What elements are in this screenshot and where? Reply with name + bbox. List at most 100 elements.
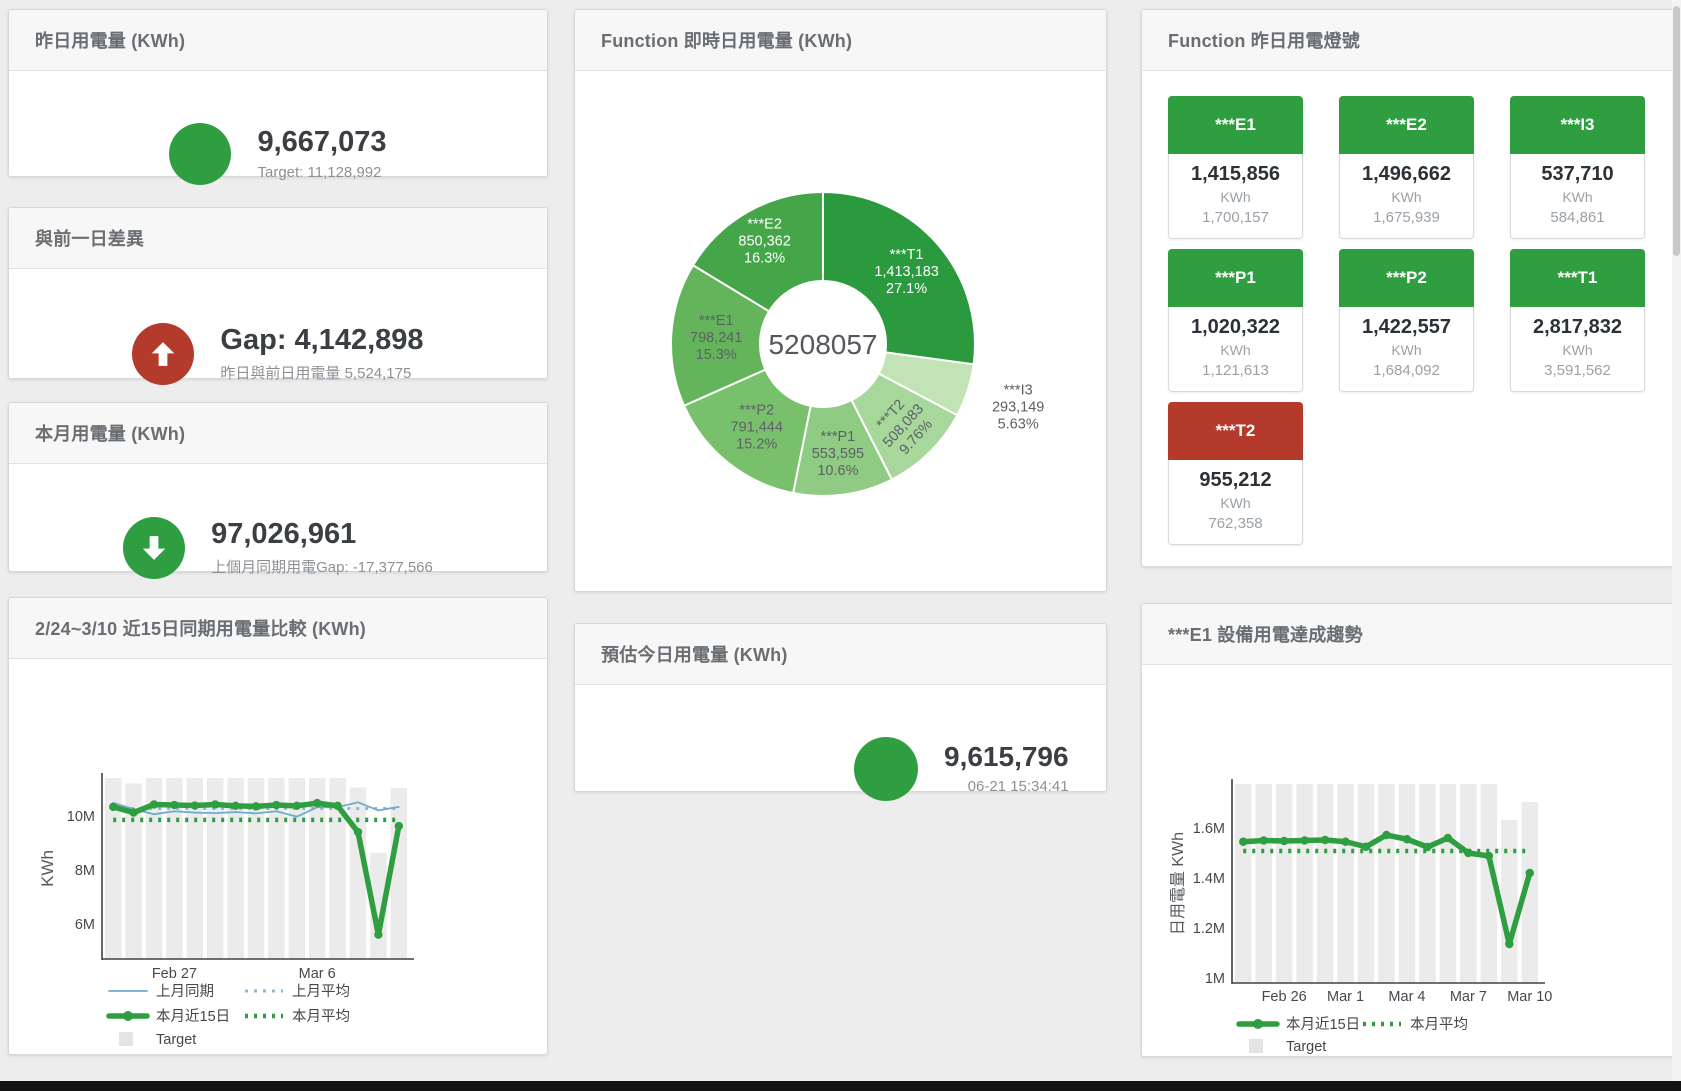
tile-target: 1,684,092 [1340,362,1473,379]
svg-text:Feb 27: Feb 27 [152,966,197,982]
status-circle-green [169,123,231,185]
chart-body: 6M8M10MFeb 27Mar 6KWh上月同期上月平均本月近15日本月平均T… [9,659,547,1054]
tile-label: ***T1 [1510,249,1645,307]
svg-text:日用電量 KWh: 日用電量 KWh [1170,832,1187,935]
svg-text:本月平均: 本月平均 [292,1008,350,1025]
dashboard: 昨日用電量 (KWh) 9,667,073 Target: 11,128,992… [0,0,1681,1091]
stat-value: Gap: 4,142,898 [220,325,423,357]
panel-header: 昨日用電量 (KWh) [9,10,547,71]
tile-label: ***E2 [1339,96,1474,154]
svg-text:15.3%: 15.3% [696,347,737,363]
svg-text:1M: 1M [1205,971,1225,987]
panel-title[interactable]: Function 昨日用電燈號 [1168,27,1360,53]
panel-title[interactable]: 昨日用電量 (KWh) [35,27,185,53]
stat-value: 9,667,073 [257,127,386,159]
panel-title[interactable]: Function 即時日用電量 (KWh) [601,27,852,53]
svg-text:***P2: ***P2 [739,403,774,419]
donut-center-total: 5208057 [768,329,877,360]
chart-body: ***T11,413,18327.1%***I3293,1495.63%***T… [575,71,1106,591]
tile-label: ***I3 [1510,96,1645,154]
light-tile-P1: ***P11,020,322KWh1,121,613 [1168,249,1303,392]
panel-header: ***E1 設備用電達成趨勢 [1142,604,1673,665]
svg-text:293,149: 293,149 [992,400,1044,416]
tile-value: 1,415,856 [1169,163,1302,186]
tile-label: ***P2 [1339,249,1474,307]
tile-value: 537,710 [1511,163,1644,186]
light-tile-T1: ***T12,817,832KWh3,591,562 [1510,249,1645,392]
svg-text:上月平均: 上月平均 [292,983,350,1000]
svg-text:***T1: ***T1 [890,247,924,263]
stat-timestamp: 06-21 15:34:41 [944,778,1069,795]
scrollbar[interactable] [1672,0,1681,1081]
panel-title[interactable]: 與前一日差異 [35,225,144,251]
svg-text:Target: Target [1286,1039,1326,1055]
compare-line-chart[interactable]: 6M8M10MFeb 27Mar 6KWh上月同期上月平均本月近15日本月平均T… [9,659,545,1053]
svg-text:Mar 10: Mar 10 [1507,989,1552,1005]
lights-grid: ***E11,415,856KWh1,700,157***E21,496,662… [1168,96,1645,545]
up-arrow-icon [132,323,194,385]
svg-text:798,241: 798,241 [690,330,742,346]
tile-unit: KWh [1169,189,1302,205]
down-arrow-icon [123,517,185,579]
stat-sub: 昨日與前日用電量 5,524,175 [220,362,423,383]
svg-text:Mar 7: Mar 7 [1450,989,1487,1005]
svg-text:Target: Target [156,1032,196,1048]
svg-text:1.2M: 1.2M [1193,921,1225,937]
donut-chart[interactable]: ***T11,413,18327.1%***I3293,1495.63%***T… [575,71,1104,590]
panel-realtime-donut: Function 即時日用電量 (KWh) ***T11,413,18327.1… [574,9,1107,592]
status-circle-green [854,737,918,801]
svg-text:1.6M: 1.6M [1193,821,1225,837]
panel-header: Function 昨日用電燈號 [1142,10,1673,71]
svg-text:27.1%: 27.1% [886,281,927,297]
panel-day-gap: 與前一日差異 Gap: 4,142,898 昨日與前日用電量 5,524,175 [8,207,548,379]
svg-text:本月近15日: 本月近15日 [1286,1016,1360,1033]
svg-text:***E2: ***E2 [747,216,782,232]
lights-body: ***E11,415,856KWh1,700,157***E21,496,662… [1142,71,1673,566]
tile-label: ***P1 [1168,249,1303,307]
stat-target: Target: 11,128,992 [257,164,386,181]
tile-target: 762,358 [1169,515,1302,532]
stat-sub: 上個月同期用電Gap: -17,377,566 [211,556,433,577]
light-tile-E2: ***E21,496,662KWh1,675,939 [1339,96,1474,239]
svg-text:Mar 4: Mar 4 [1388,989,1425,1005]
svg-text:6M: 6M [75,917,95,933]
tile-body: 1,422,557KWh1,684,092 [1339,307,1474,392]
svg-text:8M: 8M [75,863,95,879]
tile-target: 1,675,939 [1340,209,1473,226]
svg-text:15.2%: 15.2% [736,437,777,453]
light-tile-E1: ***E11,415,856KWh1,700,157 [1168,96,1303,239]
tile-label: ***E1 [1168,96,1303,154]
panel-header: 本月用電量 (KWh) [9,403,547,464]
tile-unit: KWh [1340,342,1473,358]
donut-label: ***I3293,1495.63% [992,383,1044,433]
svg-text:10.6%: 10.6% [817,463,858,479]
panel-e1-trend-chart: ***E1 設備用電達成趨勢 1M1.2M1.4M1.6MFeb 26Mar 1… [1141,603,1674,1057]
tile-unit: KWh [1511,189,1644,205]
tile-unit: KWh [1169,495,1302,511]
tile-body: 1,415,856KWh1,700,157 [1168,154,1303,239]
panel-title[interactable]: 本月用電量 (KWh) [35,420,185,446]
tile-body: 1,496,662KWh1,675,939 [1339,154,1474,239]
tile-value: 955,212 [1169,469,1302,492]
tile-target: 1,121,613 [1169,362,1302,379]
svg-text:***E1: ***E1 [699,313,734,329]
panel-15day-compare-chart: 2/24~3/10 近15日同期用電量比較 (KWh) 6M8M10MFeb 2… [8,597,548,1055]
scrollbar-thumb[interactable] [1673,6,1680,256]
svg-text:KWh: KWh [38,850,57,887]
panel-yesterday-lights: Function 昨日用電燈號 ***E11,415,856KWh1,700,1… [1141,9,1674,567]
svg-text:16.3%: 16.3% [744,250,785,266]
light-tile-I3: ***I3537,710KWh584,861 [1510,96,1645,239]
svg-text:本月平均: 本月平均 [1410,1016,1468,1033]
panel-header: 預估今日用電量 (KWh) [575,624,1106,685]
light-tile-P2: ***P21,422,557KWh1,684,092 [1339,249,1474,392]
svg-text:553,595: 553,595 [812,446,864,462]
svg-text:850,362: 850,362 [738,233,790,249]
svg-text:***P1: ***P1 [821,429,856,445]
panel-title[interactable]: ***E1 設備用電達成趨勢 [1168,621,1363,647]
panel-title[interactable]: 2/24~3/10 近15日同期用電量比較 (KWh) [35,615,366,641]
tile-target: 3,591,562 [1511,362,1644,379]
chart-body: 1M1.2M1.4M1.6MFeb 26Mar 1Mar 4Mar 7Mar 1… [1142,665,1673,1056]
svg-text:1.4M: 1.4M [1193,871,1225,887]
trend-line-chart[interactable]: 1M1.2M1.4M1.6MFeb 26Mar 1Mar 4Mar 7Mar 1… [1142,665,1671,1055]
panel-title[interactable]: 預估今日用電量 (KWh) [601,641,788,667]
